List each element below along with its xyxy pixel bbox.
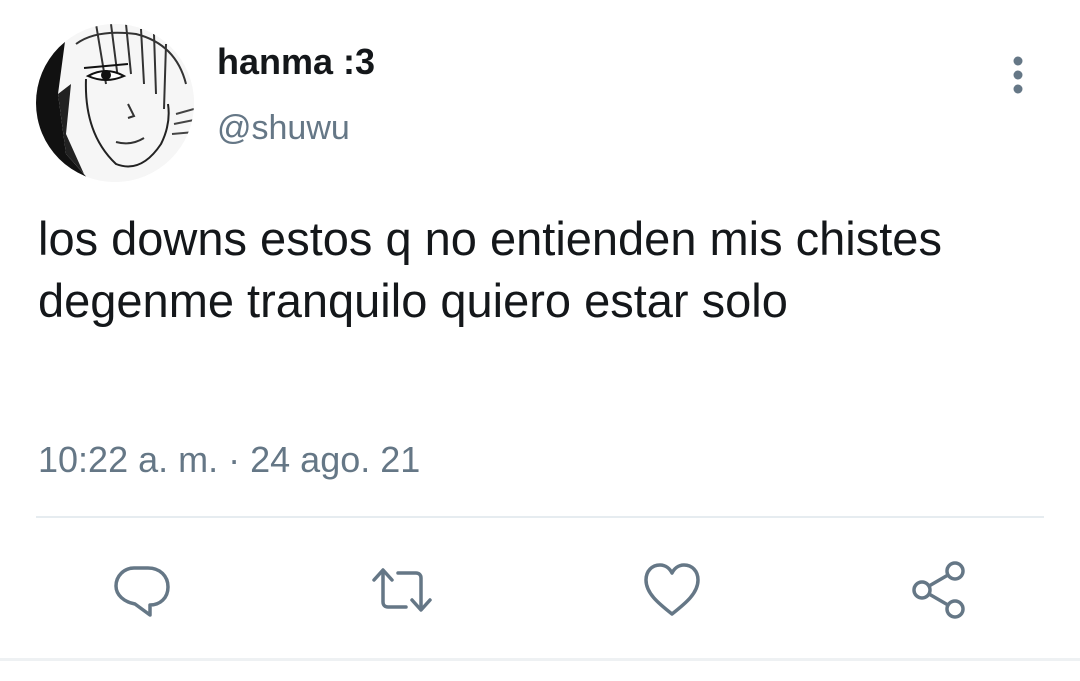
reply-icon [114,566,170,617]
tweet-date: 24 ago. 21 [250,439,421,480]
tweet-timestamp[interactable]: 10:22 a. m. · 24 ago. 21 [38,436,420,484]
tweet-time: 10:22 a. m. [38,439,219,480]
reply-button[interactable] [110,558,174,622]
like-icon [644,563,700,616]
divider [36,516,1044,518]
bottom-divider [0,658,1080,661]
retweet-button[interactable] [370,558,434,622]
meta-separator: · [228,439,241,480]
user-handle[interactable]: @shuwu [217,106,350,150]
retweet-icon [372,568,432,612]
like-button[interactable] [640,558,704,622]
tweet-text: los downs estos q no entienden mis chist… [38,212,942,327]
more-vertical-icon[interactable] [1000,52,1036,100]
avatar[interactable] [36,24,194,182]
share-button[interactable] [908,558,972,622]
share-icon [912,561,965,619]
display-name[interactable]: hanma :3 [217,40,375,84]
